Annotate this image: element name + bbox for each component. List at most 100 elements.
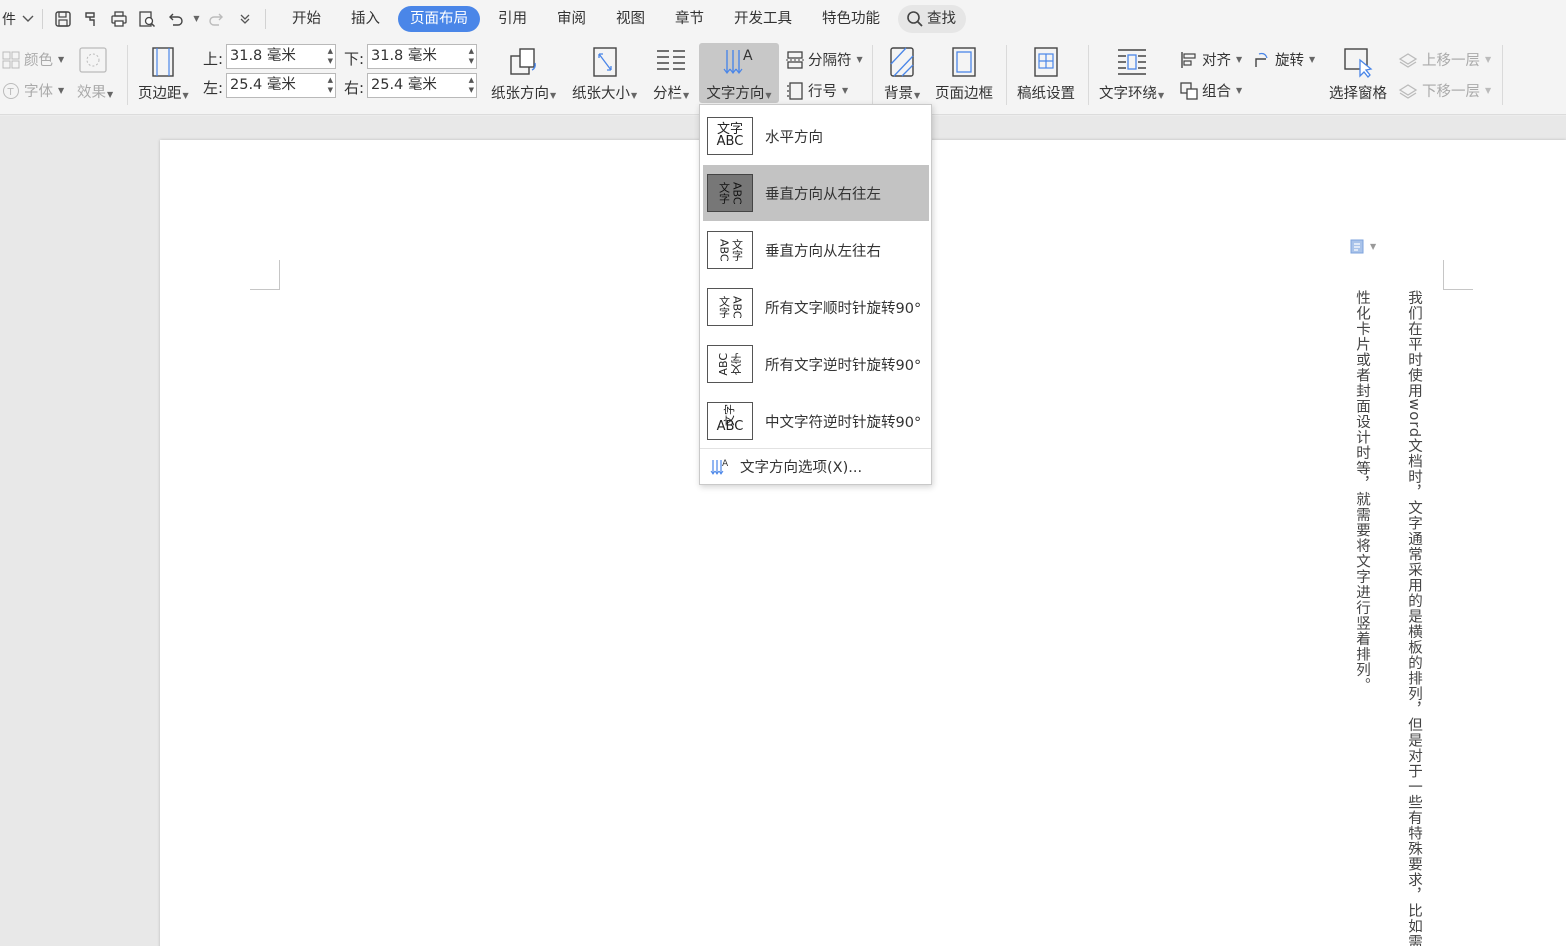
rotate-counterclockwise-text-icon: ABC 文字 bbox=[707, 345, 753, 383]
text-direction-button[interactable]: A 文字方向▼ bbox=[699, 43, 779, 103]
menu-item-label: 所有文字逆时针旋转90° bbox=[765, 357, 922, 374]
background-button[interactable]: 背景▼ bbox=[884, 45, 920, 103]
bring-forward-button[interactable]: 上移一层 ▼ bbox=[1398, 49, 1491, 70]
tab-developer[interactable]: 开发工具 bbox=[722, 6, 804, 32]
quick-access-toolbar: ▼ bbox=[51, 7, 257, 31]
text-direction-horizontal[interactable]: 文字 ABC 水平方向 bbox=[703, 108, 929, 164]
divider bbox=[265, 8, 266, 29]
align-button[interactable]: 对齐 ▼ bbox=[1180, 49, 1242, 70]
left-margin-input[interactable]: 25.4 毫米 ▲ ▼ bbox=[226, 73, 336, 98]
menu-item-label: 水平方向 bbox=[765, 129, 823, 146]
tab-home[interactable]: 开始 bbox=[280, 6, 333, 32]
search-label: 查找 bbox=[927, 10, 956, 27]
search-icon bbox=[907, 10, 923, 27]
rotate-icon bbox=[1255, 52, 1268, 67]
breaks-label: 分隔符 bbox=[808, 53, 852, 69]
text-direction-vertical-rtl[interactable]: 文字 ABC 垂直方向从右往左 bbox=[703, 165, 929, 221]
paper-size-button[interactable]: 纸张大小▼ bbox=[572, 45, 637, 103]
undo-dropdown-icon[interactable]: ▼ bbox=[191, 7, 201, 31]
line-numbers-label: 行号 bbox=[808, 84, 837, 100]
wrap-text-icon bbox=[1115, 45, 1149, 79]
page-border-button[interactable]: 页面边框 bbox=[935, 45, 993, 103]
send-backward-label: 下移一层 bbox=[1422, 84, 1480, 100]
undo-icon[interactable] bbox=[163, 7, 187, 31]
text-direction-vertical-ltr[interactable]: ABC 文字 垂直方向从左往右 bbox=[703, 222, 929, 278]
file-menu[interactable]: 件 bbox=[0, 9, 34, 29]
page-border-icon bbox=[947, 45, 981, 79]
group-icon bbox=[1180, 81, 1198, 100]
tab-insert[interactable]: 插入 bbox=[339, 6, 392, 32]
effects-icon bbox=[77, 45, 109, 75]
tab-page-layout[interactable]: 页面布局 bbox=[398, 5, 480, 32]
text-direction-icon: A bbox=[722, 45, 756, 79]
spinner-arrows-icon[interactable]: ▲ ▼ bbox=[328, 75, 333, 95]
group-button[interactable]: 组合 ▼ bbox=[1180, 80, 1242, 101]
align-label: 对齐 bbox=[1202, 53, 1231, 69]
save-icon[interactable] bbox=[51, 7, 75, 31]
cjk-rotate-text-icon: 文字 ABC bbox=[707, 402, 753, 440]
svg-text:A: A bbox=[722, 459, 729, 469]
selection-pane-button[interactable]: 选择窗格 bbox=[1329, 45, 1387, 103]
svg-text:A: A bbox=[743, 48, 753, 64]
top-margin-label: 上: bbox=[203, 50, 224, 68]
tab-view[interactable]: 视图 bbox=[604, 6, 657, 32]
right-margin-input[interactable]: 25.4 毫米 ▲ ▼ bbox=[367, 73, 477, 98]
font-circle-icon: T bbox=[3, 82, 19, 99]
rotate-label: 旋转 bbox=[1275, 53, 1304, 69]
right-margin-label: 右: bbox=[344, 79, 365, 97]
bring-forward-label: 上移一层 bbox=[1422, 53, 1480, 69]
divider bbox=[1006, 45, 1007, 105]
spinner-arrows-icon[interactable]: ▲ ▼ bbox=[328, 46, 333, 66]
print-preview-icon[interactable] bbox=[135, 7, 159, 31]
background-icon bbox=[885, 45, 919, 79]
text-direction-icon: A bbox=[710, 459, 729, 475]
bottom-margin-input[interactable]: 31.8 毫米 ▲ ▼ bbox=[367, 44, 477, 69]
tab-special-features[interactable]: 特色功能 bbox=[810, 6, 892, 32]
selection-pane-icon bbox=[1341, 45, 1375, 79]
search-button[interactable]: 查找 bbox=[898, 4, 966, 33]
customize-toolbar-icon[interactable] bbox=[233, 7, 257, 31]
vertical-ltr-text-icon: ABC 文字 bbox=[707, 231, 753, 269]
theme-colors-label: 颜色 bbox=[24, 53, 53, 69]
columns-button[interactable]: 分栏▼ bbox=[653, 45, 689, 103]
manuscript-grid-icon bbox=[1029, 45, 1063, 79]
rotate-button[interactable]: 旋转 ▼ bbox=[1253, 49, 1315, 70]
menu-item-label: 所有文字顺时针旋转90° bbox=[765, 300, 922, 317]
orientation-button[interactable]: 纸张方向▼ bbox=[491, 45, 556, 103]
ribbon-tabs: 开始 插入 页面布局 引用 审阅 视图 章节 开发工具 特色功能 查找 bbox=[280, 4, 966, 33]
theme-effects-button[interactable] bbox=[77, 45, 109, 75]
breaks-button[interactable]: 分隔符 ▼ bbox=[786, 49, 863, 70]
manuscript-settings-button[interactable]: 稿纸设置 bbox=[1017, 45, 1075, 103]
format-painter-icon[interactable] bbox=[79, 7, 103, 31]
top-margin-input[interactable]: 31.8 毫米 ▲ ▼ bbox=[226, 44, 336, 69]
text-direction-rotate-cw-90[interactable]: 文字 ABC 所有文字顺时针旋转90° bbox=[703, 279, 929, 335]
print-icon[interactable] bbox=[107, 7, 131, 31]
redo-icon[interactable] bbox=[205, 7, 229, 31]
spinner-arrows-icon[interactable]: ▲ ▼ bbox=[469, 75, 474, 95]
bring-forward-icon bbox=[1398, 52, 1418, 68]
paste-options-button[interactable]: ▼ bbox=[1349, 238, 1376, 254]
menu-item-label: 垂直方向从左往右 bbox=[765, 243, 881, 260]
line-numbers-button[interactable]: 行号 ▼ bbox=[786, 80, 848, 101]
wrap-text-button[interactable]: 文字环绕▼ bbox=[1099, 45, 1164, 103]
margins-icon bbox=[146, 45, 180, 79]
align-icon bbox=[1181, 51, 1196, 68]
text-direction-options[interactable]: A 文字方向选项(X)... bbox=[710, 456, 862, 477]
tab-review[interactable]: 审阅 bbox=[545, 6, 598, 32]
divider bbox=[1088, 45, 1089, 105]
spinner-arrows-icon[interactable]: ▲ ▼ bbox=[469, 46, 474, 66]
columns-icon bbox=[654, 45, 688, 79]
margin-corner-mark bbox=[250, 260, 280, 290]
text-direction-dropdown: 文字 ABC 水平方向 文字 ABC 垂直方向从右往左 ABC 文字 垂直方向从… bbox=[699, 104, 932, 485]
margins-button[interactable]: 页边距▼ bbox=[138, 45, 189, 103]
text-direction-cjk-rotate-ccw-90[interactable]: 文字 ABC 中文字符逆时针旋转90° bbox=[703, 393, 929, 449]
tab-references[interactable]: 引用 bbox=[486, 6, 539, 32]
send-backward-button[interactable]: 下移一层 ▼ bbox=[1398, 80, 1491, 101]
tab-chapter[interactable]: 章节 bbox=[663, 6, 716, 32]
theme-colors-button[interactable]: 颜色 ▼ bbox=[2, 49, 64, 70]
theme-fonts-button[interactable]: T 字体 ▼ bbox=[2, 80, 64, 101]
group-label: 组合 bbox=[1202, 84, 1231, 100]
theme-effects-label: 效果▼ bbox=[77, 85, 114, 101]
theme-fonts-label: 字体 bbox=[24, 84, 53, 100]
text-direction-rotate-ccw-90[interactable]: ABC 文字 所有文字逆时针旋转90° bbox=[703, 336, 929, 392]
